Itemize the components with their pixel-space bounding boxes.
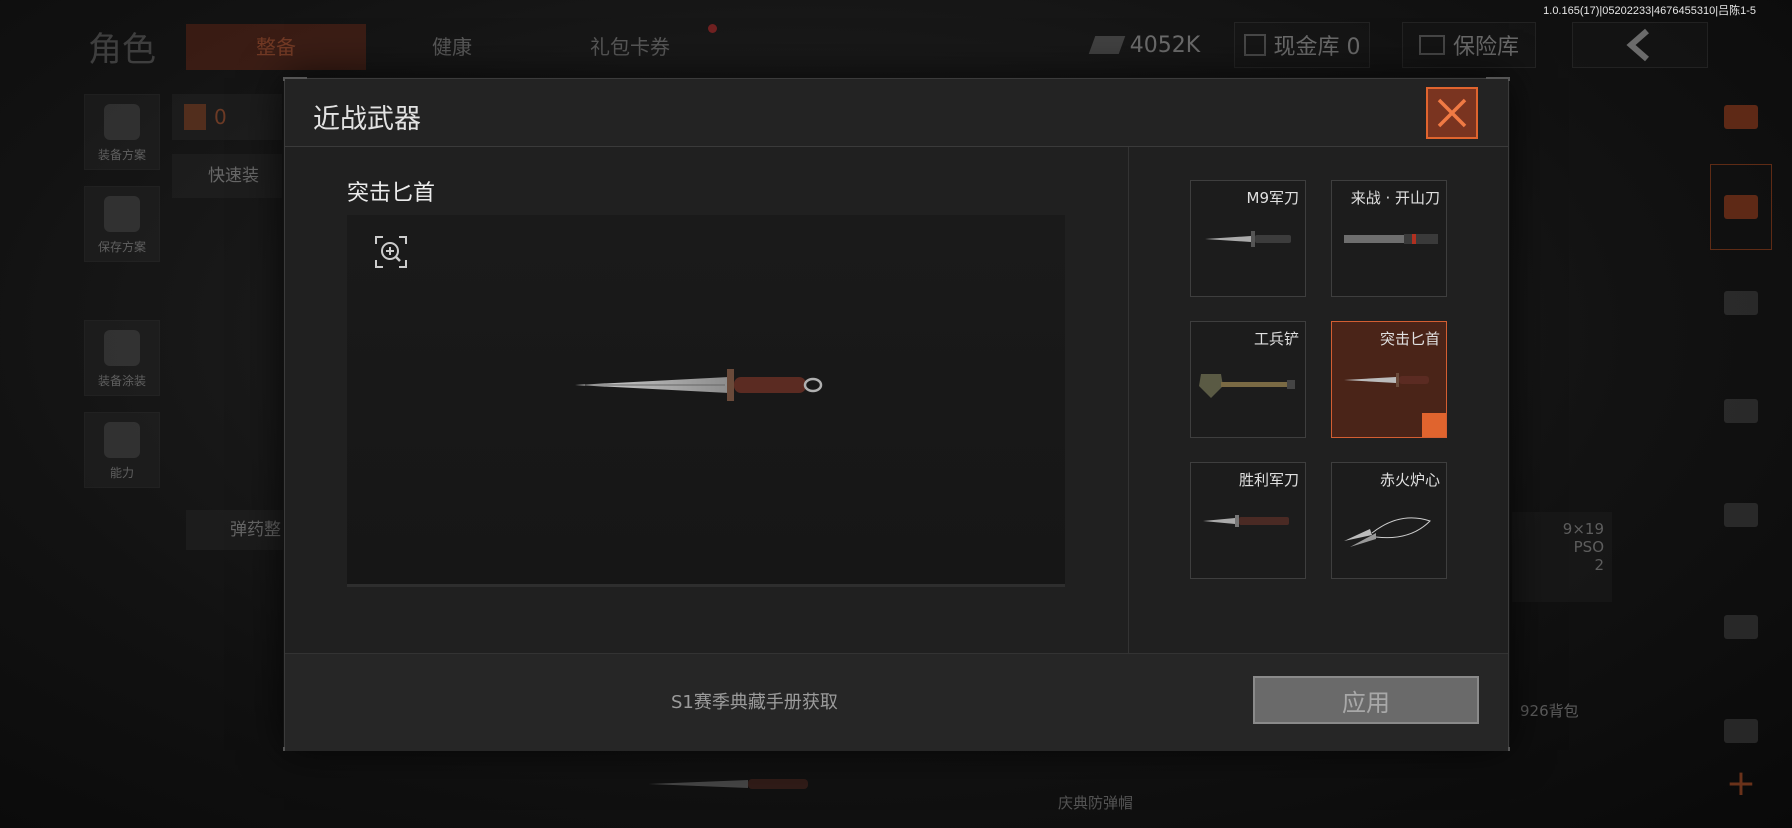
weapon-card-label: 来战 · 开山刀	[1350, 189, 1440, 207]
armor-icon	[1724, 195, 1758, 219]
insurance-vault-label: 保险库	[1452, 35, 1519, 60]
game-screen: 1.0.165(17)|05202233|4676455310|吕陈1-5 角色…	[0, 0, 1792, 828]
dagger-icon	[648, 779, 808, 789]
modal-title: 近战武器	[313, 104, 421, 135]
shovel-icon	[1199, 374, 1295, 398]
safe-icon	[1418, 35, 1445, 55]
stack-icon	[1724, 105, 1758, 129]
capacity-value: 0	[214, 105, 227, 129]
version-text: 1.0.165(17)|05202233|4676455310|吕陈1-5	[1543, 5, 1756, 17]
source-text: S1赛季典藏手册获取	[671, 692, 838, 713]
weapon-card-victory-saber[interactable]: 胜利军刀	[1190, 462, 1306, 579]
add-button[interactable]: +	[1710, 752, 1772, 814]
weapon-card-label: 突击匕首	[1379, 330, 1440, 348]
modal-header: 近战武器	[285, 79, 1508, 147]
scope-icon	[1724, 719, 1758, 743]
ammo-slot[interactable]: 9×19 PSO 2	[1512, 512, 1612, 602]
weapon-card-machete[interactable]: 来战 · 开山刀	[1331, 180, 1447, 297]
tab-gift-cards[interactable]: 礼包卡券	[560, 24, 700, 70]
ammo-sort-button[interactable]: 弹药整	[186, 510, 286, 550]
sidebar-save-plan[interactable]: 保存方案	[84, 186, 160, 262]
quick-equip-button[interactable]: 快速装	[172, 154, 282, 198]
vest-icon	[104, 104, 140, 140]
right-icon-3[interactable]	[1710, 272, 1772, 334]
dagger-model	[575, 369, 823, 401]
rifle-icon	[1724, 399, 1758, 423]
right-icon-5[interactable]	[1710, 484, 1772, 546]
sidebar-label: 保存方案	[97, 240, 146, 254]
close-button[interactable]	[1426, 87, 1478, 139]
panel-divider	[1128, 147, 1129, 653]
right-icon-6[interactable]	[1710, 596, 1772, 658]
tab-health[interactable]: 健康	[392, 24, 512, 70]
melee-weapon-modal: 近战武器 突击匕首 M9军刀 来战 · 开山刀 工兵铲 突击匕首 胜利军刀 赤火…	[283, 77, 1510, 751]
insurance-vault-button[interactable]: 保险库	[1402, 22, 1536, 68]
sidebar-abilities[interactable]: 能力	[84, 412, 160, 488]
helmet-label: 庆典防弹帽	[1058, 794, 1134, 812]
download-icon	[104, 196, 140, 232]
modal-footer: S1赛季典藏手册获取 应用	[285, 653, 1508, 751]
back-button[interactable]	[1572, 22, 1708, 68]
weapon-card-label: 胜利军刀	[1238, 471, 1299, 489]
bg-dagger-slot	[628, 764, 828, 804]
weapon-card-label: 赤火炉心	[1379, 471, 1440, 489]
weapon-card-assault-dagger[interactable]: 突击匕首	[1331, 321, 1447, 475]
currency-display: 4052K	[1088, 22, 1202, 68]
saber-icon	[1203, 515, 1289, 527]
preview-panel: 突击匕首	[285, 147, 1128, 653]
bullet-icon	[1724, 615, 1758, 639]
backpack-icon	[184, 104, 206, 130]
weapon-card-fire-core[interactable]: 赤火炉心	[1331, 462, 1447, 579]
magazine-icon	[1724, 503, 1758, 527]
weapon-card-shovel[interactable]: 工兵铲	[1190, 321, 1306, 438]
cash-vault-button[interactable]: 现金库 0	[1234, 22, 1370, 68]
close-icon	[1437, 98, 1467, 128]
soldier-icon	[104, 330, 140, 366]
ability-icon	[104, 422, 140, 458]
weapon-card-label: M9军刀	[1246, 189, 1300, 207]
weapon-preview[interactable]	[347, 215, 1065, 587]
helmet-icon	[1724, 291, 1758, 315]
cash-vault-label: 现金库 0	[1273, 35, 1361, 60]
sidebar-label: 装备方案	[97, 148, 146, 162]
page-title: 角色	[88, 30, 156, 70]
cash-icon	[1088, 36, 1126, 54]
selected-item-name: 突击匕首	[347, 181, 436, 206]
ammo-count: 2	[1594, 556, 1604, 574]
dagger-icon	[1344, 373, 1429, 387]
sidebar-loadout-plan[interactable]: 装备方案	[84, 94, 160, 170]
currency-value: 4052K	[1129, 32, 1201, 58]
sidebar-skins[interactable]: 装备涂装	[84, 320, 160, 396]
kunai-icon	[1344, 517, 1431, 547]
back-arrow-icon	[1626, 28, 1649, 62]
tab-equip[interactable]: 整备	[186, 24, 366, 70]
weapon-card-label: 工兵铲	[1253, 330, 1299, 348]
vault-icon	[1243, 34, 1266, 56]
selected-check	[1422, 413, 1446, 475]
machete-icon	[1344, 234, 1438, 244]
right-icon-1[interactable]	[1710, 86, 1772, 148]
sidebar-label: 装备涂装	[97, 374, 146, 388]
sidebar-label: 能力	[109, 466, 134, 480]
right-icon-4[interactable]	[1710, 380, 1772, 442]
ammo-name: 9×19 PSO	[1562, 520, 1604, 556]
right-icon-2[interactable]	[1710, 164, 1772, 250]
capacity-indicator: 0	[172, 94, 282, 140]
backpack-label: 926背包	[1520, 702, 1579, 720]
weapon-card-m9[interactable]: M9军刀	[1190, 180, 1306, 297]
zoom-in-icon	[375, 236, 407, 268]
apply-button[interactable]: 应用	[1253, 676, 1479, 724]
zoom-button[interactable]	[374, 235, 408, 269]
notification-dot	[708, 24, 717, 33]
bayonet-icon	[1205, 231, 1291, 247]
